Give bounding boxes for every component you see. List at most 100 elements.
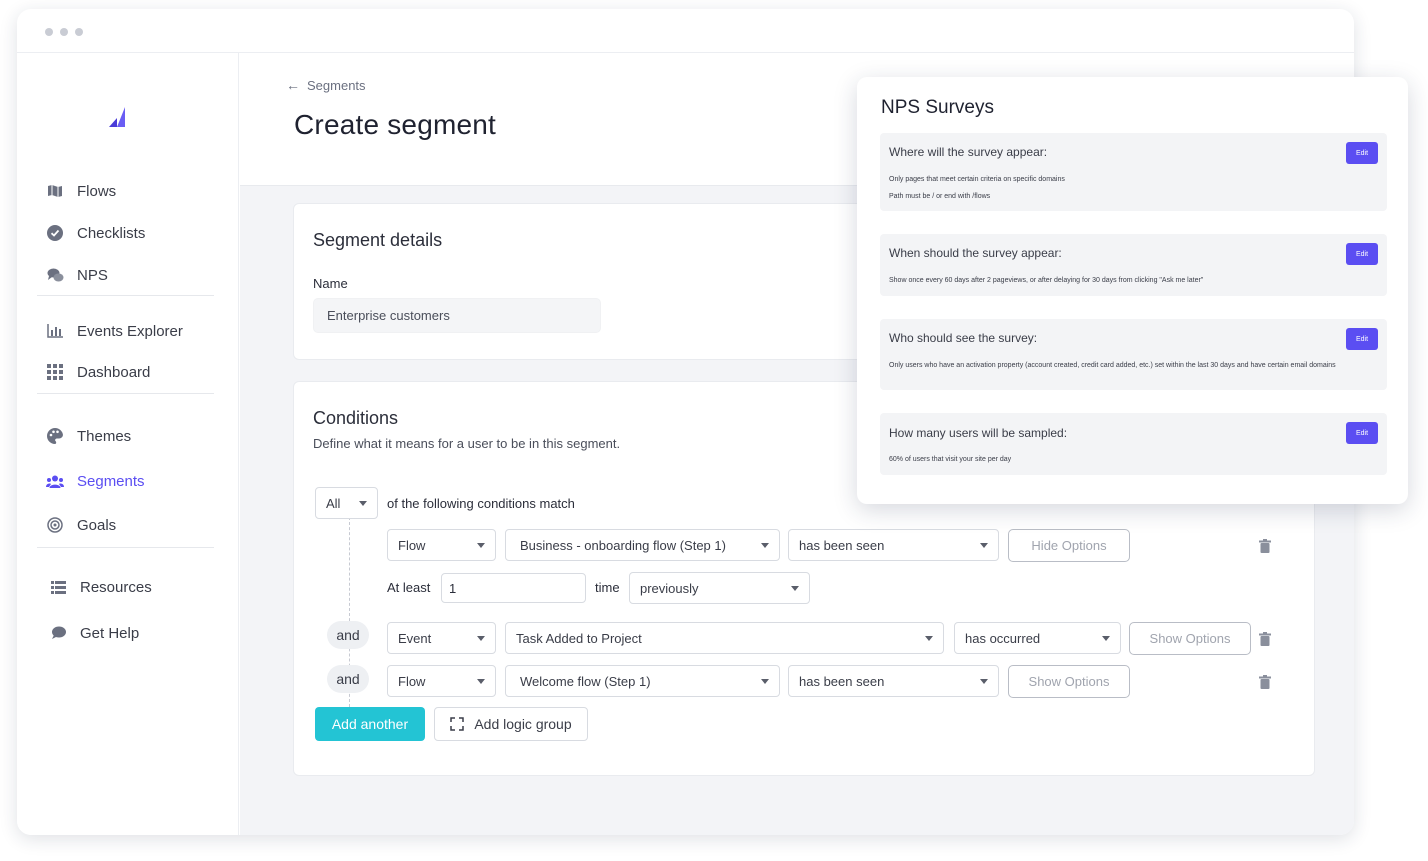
breadcrumb[interactable]: ← Segments [286, 77, 366, 93]
chevron-down-icon [1102, 636, 1110, 641]
trash-icon[interactable] [1259, 539, 1271, 553]
occurrence-count-input[interactable]: 1 [441, 573, 586, 603]
chevron-down-icon [477, 679, 485, 684]
nps-rule-row: Where will the survey appear: Only pages… [880, 133, 1387, 211]
chat-icon [49, 624, 67, 642]
match-text: of the following conditions match [387, 496, 575, 511]
nps-surveys-panel: NPS Surveys Where will the survey appear… [857, 77, 1408, 504]
sidebar-item-goals[interactable]: Goals [46, 513, 116, 537]
edit-button[interactable]: Edit [1346, 142, 1378, 164]
edit-button[interactable]: Edit [1346, 328, 1378, 350]
sidebar-divider [37, 393, 214, 394]
condition-state-select[interactable]: has been seen [788, 529, 999, 561]
conditions-subtitle: Define what it means for a user to be in… [313, 436, 621, 451]
nps-rule-detail: Only users who have an activation proper… [889, 362, 1336, 369]
sidebar-item-label: Checklists [77, 224, 146, 242]
trash-icon[interactable] [1259, 675, 1271, 689]
sidebar-item-dashboard[interactable]: Dashboard [46, 360, 150, 384]
nps-rule-question: Who should see the survey: [889, 331, 1038, 345]
match-mode-select[interactable]: All [315, 487, 378, 519]
sidebar-item-label: Themes [77, 427, 132, 445]
sidebar-item-label: Resources [80, 578, 152, 596]
condition-type-select[interactable]: Flow [387, 665, 496, 697]
list-icon [49, 578, 67, 596]
grid-icon [46, 363, 64, 381]
nps-rule-question: Where will the survey appear: [889, 145, 1048, 159]
condition-state-select[interactable]: has occurred [954, 622, 1121, 654]
nps-rule-detail: Show once every 60 days after 2 pageview… [889, 277, 1204, 284]
nps-rule-row: How many users will be sampled: 60% of u… [880, 413, 1387, 475]
nps-rule-question: How many users will be sampled: [889, 426, 1068, 440]
chevron-down-icon [477, 636, 485, 641]
conditions-title: Conditions [313, 408, 399, 428]
chevron-down-icon [359, 501, 367, 506]
chat-bubbles-icon [46, 266, 64, 284]
expand-icon [450, 717, 465, 731]
sidebar-item-label: Events Explorer [77, 322, 183, 340]
breadcrumb-label: Segments [307, 77, 366, 93]
chevron-down-icon [980, 679, 988, 684]
nps-rule-question: When should the survey appear: [889, 246, 1062, 260]
palette-icon [46, 427, 64, 445]
sidebar-item-get-help[interactable]: Get Help [46, 621, 139, 645]
time-label: time [595, 580, 620, 595]
app-logo-icon [109, 107, 125, 127]
nps-panel-title: NPS Surveys [881, 97, 994, 118]
map-icon [46, 182, 64, 200]
chevron-down-icon [925, 636, 933, 641]
sidebar-item-label: Get Help [80, 624, 140, 642]
sidebar-divider [37, 547, 214, 548]
show-options-button[interactable]: Show Options [1008, 665, 1130, 698]
condition-target-select[interactable]: Business - onboarding flow (Step 1) [505, 529, 780, 561]
sidebar-item-themes[interactable]: Themes [46, 424, 131, 448]
and-connector-pill[interactable]: and [327, 621, 369, 649]
trash-icon[interactable] [1259, 632, 1271, 646]
nps-rule-detail: 60% of users that visit your site per da… [889, 456, 1012, 463]
segment-name-input[interactable]: Enterprise customers [313, 298, 601, 333]
sidebar-item-checklists[interactable]: Checklists [46, 221, 145, 245]
segment-details-title: Segment details [313, 230, 443, 250]
sidebar-item-label: Goals [77, 516, 117, 534]
condition-state-select[interactable]: has been seen [788, 665, 999, 697]
chevron-down-icon [477, 543, 485, 548]
page-title: Create segment [294, 109, 497, 140]
nps-rule-row: When should the survey appear: Show once… [880, 234, 1387, 296]
edit-button[interactable]: Edit [1346, 243, 1378, 265]
sidebar-item-events-explorer[interactable]: Events Explorer [46, 319, 183, 343]
condition-type-select[interactable]: Flow [387, 529, 496, 561]
sidebar-item-label: NPS [77, 266, 108, 284]
arrow-left-icon: ← [286, 77, 300, 93]
nps-rule-detail: Only pages that meet certain criteria on… [889, 176, 1065, 183]
chevron-down-icon [761, 543, 769, 548]
nps-rule-row: Who should see the survey: Only users wh… [880, 319, 1387, 390]
hide-options-button[interactable]: Hide Options [1008, 529, 1130, 562]
check-circle-icon [46, 224, 64, 242]
sidebar-item-label: Dashboard [77, 363, 151, 381]
chevron-down-icon [791, 586, 799, 591]
nps-rule-detail: Path must be / or end with /flows [889, 193, 991, 200]
at-least-label: At least [387, 580, 431, 595]
sidebar-item-segments[interactable]: Segments [46, 469, 145, 493]
chevron-down-icon [761, 679, 769, 684]
sidebar-item-resources[interactable]: Resources [46, 575, 152, 599]
condition-target-select[interactable]: Welcome flow (Step 1) [505, 665, 780, 697]
target-icon [46, 516, 64, 534]
timeframe-select[interactable]: previously [629, 572, 810, 604]
add-another-button[interactable]: Add another [315, 707, 425, 741]
add-logic-group-button[interactable]: Add logic group [434, 707, 588, 741]
window-titlebar [17, 9, 1354, 53]
and-connector-pill[interactable]: and [327, 665, 369, 693]
sidebar-item-label: Flows [77, 182, 117, 200]
users-icon [46, 472, 64, 490]
condition-target-select[interactable]: Task Added to Project [505, 622, 944, 654]
sidebar-divider [37, 295, 214, 296]
sidebar-item-label: Segments [77, 472, 145, 490]
window-dot-icon [45, 28, 53, 36]
sidebar-item-nps[interactable]: NPS [46, 263, 108, 287]
edit-button[interactable]: Edit [1346, 422, 1378, 444]
sidebar-item-flows[interactable]: Flows [46, 179, 116, 203]
window-dot-icon [75, 28, 83, 36]
condition-type-select[interactable]: Event [387, 622, 496, 654]
window-dot-icon [60, 28, 68, 36]
show-options-button[interactable]: Show Options [1129, 622, 1251, 655]
